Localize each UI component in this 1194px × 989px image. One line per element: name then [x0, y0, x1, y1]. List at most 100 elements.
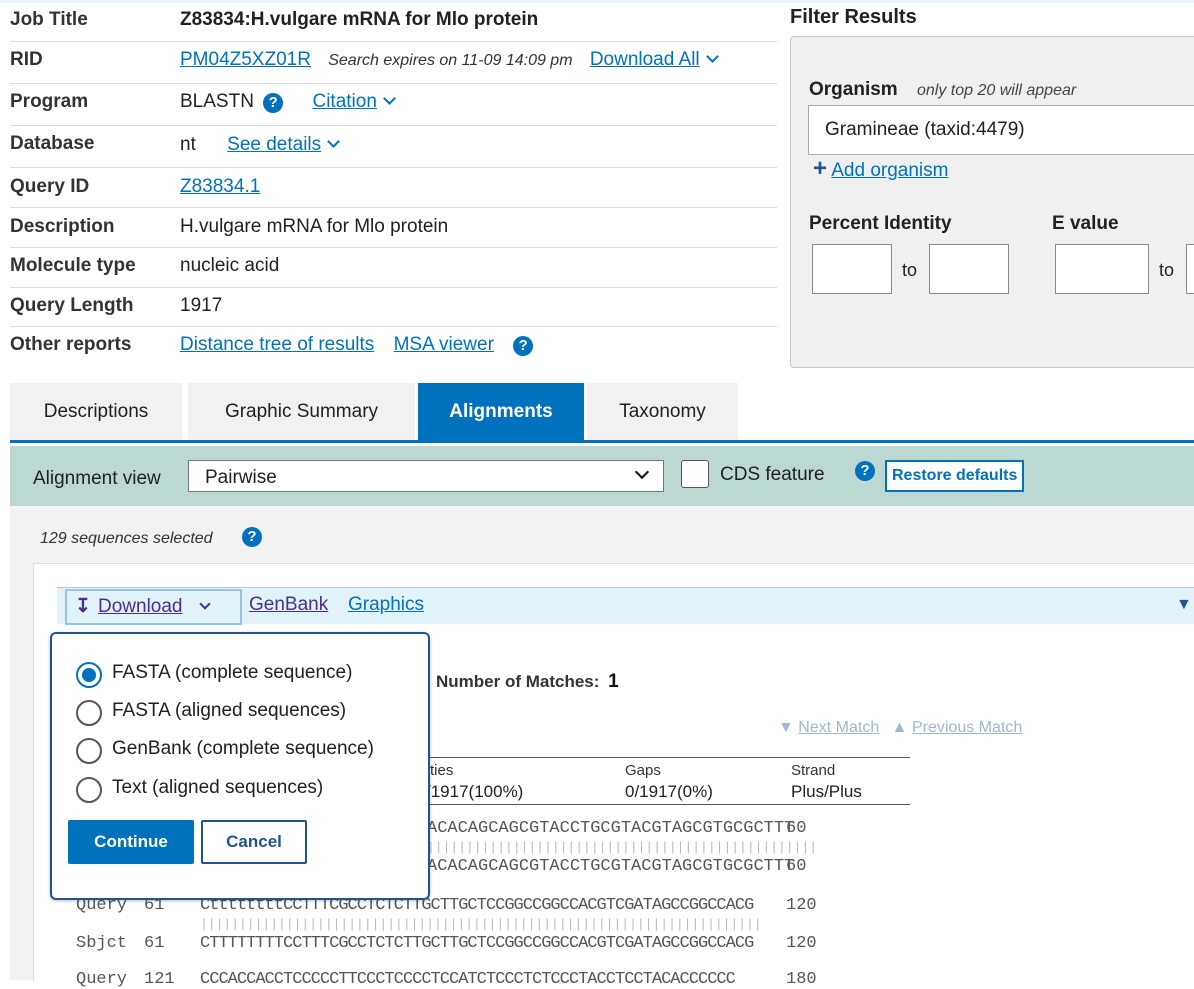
alignment-end-pos: 120 [786, 934, 817, 953]
download-all-link[interactable]: Download All [590, 49, 700, 70]
restore-defaults-button[interactable]: Restore defaults [885, 460, 1025, 492]
option-label[interactable]: GenBank (complete sequence) [112, 738, 374, 760]
chevron-down-icon [383, 92, 396, 105]
download-icon: ↧ [75, 596, 91, 617]
percent-identity-max-input[interactable] [929, 244, 1009, 294]
query-length-value: 1917 [180, 295, 223, 316]
add-organism-link[interactable]: Add organism [831, 160, 948, 181]
summary-row-molecule-type: Molecule type nucleic acid [10, 247, 777, 288]
citation-link[interactable]: Citation [312, 91, 376, 112]
download-options-popup: FASTA (complete sequence) FASTA (aligned… [50, 632, 430, 900]
up-triangle-icon: ▲ [891, 719, 908, 736]
alignment-match-bars: ||||||||||||||||||||||||||||||||||||||||… [200, 917, 762, 932]
organism-label: Organism only top 20 will appear [809, 79, 1076, 101]
matches-label: Number of Matches: [436, 672, 600, 691]
rid-link[interactable]: PM04Z5XZ01R [180, 49, 311, 70]
tab-graphic-summary[interactable]: Graphic Summary [188, 383, 415, 440]
job-title-value: Z83834:H.vulgare mRNA for Mlo protein [180, 9, 539, 30]
molecule-type-value: nucleic acid [180, 255, 280, 276]
radio-genbank-complete[interactable] [76, 738, 102, 764]
evalue-max-input[interactable] [1186, 244, 1194, 294]
search-expires-text: Search expires on 11-09 14:09 pm [328, 52, 573, 69]
percent-identity-label: Percent Identity [809, 213, 952, 234]
add-organism-link-group[interactable]: + Add organism [813, 155, 948, 183]
label-other-reports: Other reports [10, 334, 132, 355]
radio-fasta-complete[interactable] [76, 662, 102, 688]
matches-value: 1 [608, 671, 619, 692]
filter-results-panel: Organism only top 20 will appear Gramine… [790, 36, 1194, 368]
organism-value: Gramineae (taxid:4479) [825, 119, 1025, 140]
see-details-link[interactable]: See details [227, 134, 321, 155]
match-nav: ▼ Next Match ▲ Previous Match [778, 719, 1022, 737]
query-id-link[interactable]: Z83834.1 [180, 176, 260, 198]
summary-row-description: Description H.vulgare mRNA for Mlo prote… [10, 207, 777, 248]
chevron-down-icon [634, 464, 650, 480]
help-icon[interactable]: ? [855, 461, 875, 481]
summary-row-query-length: Query Length 1917 [10, 287, 777, 327]
next-match-link[interactable]: Next Match [798, 719, 879, 736]
cds-feature-checkbox[interactable] [681, 460, 709, 488]
organism-label-text: Organism [809, 79, 898, 100]
summary-row-other-reports: Other reports Distance tree of results M… [10, 326, 777, 364]
alignment-end-pos: 60 [786, 857, 807, 876]
label-job-title: Job Title [10, 9, 88, 30]
other-reports-group: Distance tree of results MSA viewer ? [180, 334, 534, 356]
help-icon[interactable]: ? [242, 527, 262, 547]
evalue-min-input[interactable] [1055, 244, 1149, 294]
program-value-group: BLASTN ? Citation [180, 91, 396, 113]
percent-identity-min-input[interactable] [812, 244, 892, 294]
alignment-seq-row: CTTTTTTTTCCTTTCGCCTCTCTTGCTTGCTCCGGCCGGC… [200, 934, 754, 953]
previous-match-link[interactable]: Previous Match [912, 719, 1022, 736]
tab-alignments[interactable]: Alignments [418, 383, 584, 440]
collapse-triangle-icon[interactable]: ▼ [1176, 596, 1192, 614]
graphics-link[interactable]: Graphics [348, 594, 424, 616]
label-database: Database [10, 133, 95, 154]
option-label[interactable]: Text (aligned sequences) [112, 777, 323, 799]
chevron-down-icon [199, 598, 211, 610]
tab-taxonomy[interactable]: Taxonomy [587, 383, 738, 440]
alignment-view-label: Alignment view [33, 468, 161, 489]
option-label[interactable]: FASTA (aligned sequences) [112, 700, 346, 722]
chevron-down-icon [327, 135, 341, 148]
alignment-end-pos: 120 [786, 896, 817, 915]
continue-button[interactable]: Continue [68, 820, 194, 864]
down-triangle-icon: ▼ [778, 719, 794, 736]
summary-row-job-title: Job Title Z83834:H.vulgare mRNA for Mlo … [10, 3, 777, 42]
alignment-match-bars: ||||||||||||||||||||||||||||||||||||||||… [427, 840, 818, 855]
tab-underline [10, 440, 1194, 443]
radio-text-aligned[interactable] [76, 777, 102, 803]
option-label[interactable]: FASTA (complete sequence) [112, 662, 352, 684]
alignment-row-label: Sbjct [76, 934, 128, 953]
cds-feature-label: CDS feature [720, 464, 825, 485]
alignment-start-pos: 61 [144, 934, 165, 953]
plus-icon: + [813, 155, 828, 182]
cancel-button[interactable]: Cancel [201, 820, 307, 864]
col-identities-header: ties [430, 762, 454, 779]
radio-fasta-aligned[interactable] [76, 700, 102, 726]
description-value: H.vulgare mRNA for Mlo protein [180, 216, 449, 237]
label-rid: RID [10, 49, 43, 70]
filter-results-title: Filter Results [790, 6, 917, 28]
help-icon[interactable]: ? [263, 93, 284, 113]
msa-viewer-link[interactable]: MSA viewer [394, 334, 494, 355]
number-of-matches: Number of Matches: 1 [436, 671, 619, 693]
help-icon[interactable]: ? [513, 336, 534, 356]
distance-tree-link[interactable]: Distance tree of results [180, 334, 374, 355]
stats-table: ties Gaps Strand /1917(100%) 0/1917(0%) … [420, 757, 910, 805]
download-dropdown-button[interactable]: ↧ Download [65, 589, 242, 625]
alignment-end-pos: 60 [786, 819, 807, 838]
alignment-seq-row: ACACAGCAGCGTACCTGCGTACGTAGCGTGCGCTTT [427, 857, 795, 876]
alignment-view-select[interactable]: Pairwise [188, 460, 664, 492]
strand-value: Plus/Plus [791, 782, 862, 801]
summary-row-program: Program BLASTN ? Citation [10, 83, 777, 126]
organism-input[interactable]: Gramineae (taxid:4479) [808, 105, 1194, 155]
genbank-link[interactable]: GenBank [249, 594, 328, 616]
download-label: Download [98, 596, 183, 617]
label-molecule-type: Molecule type [10, 255, 136, 276]
summary-row-database: Database nt See details [10, 125, 777, 168]
identities-value: /1917(100%) [426, 782, 524, 801]
col-gaps-header: Gaps [625, 762, 661, 779]
tab-descriptions[interactable]: Descriptions [10, 383, 182, 440]
evalue-label: E value [1052, 213, 1119, 234]
organism-hint: only top 20 will appear [916, 82, 1077, 99]
